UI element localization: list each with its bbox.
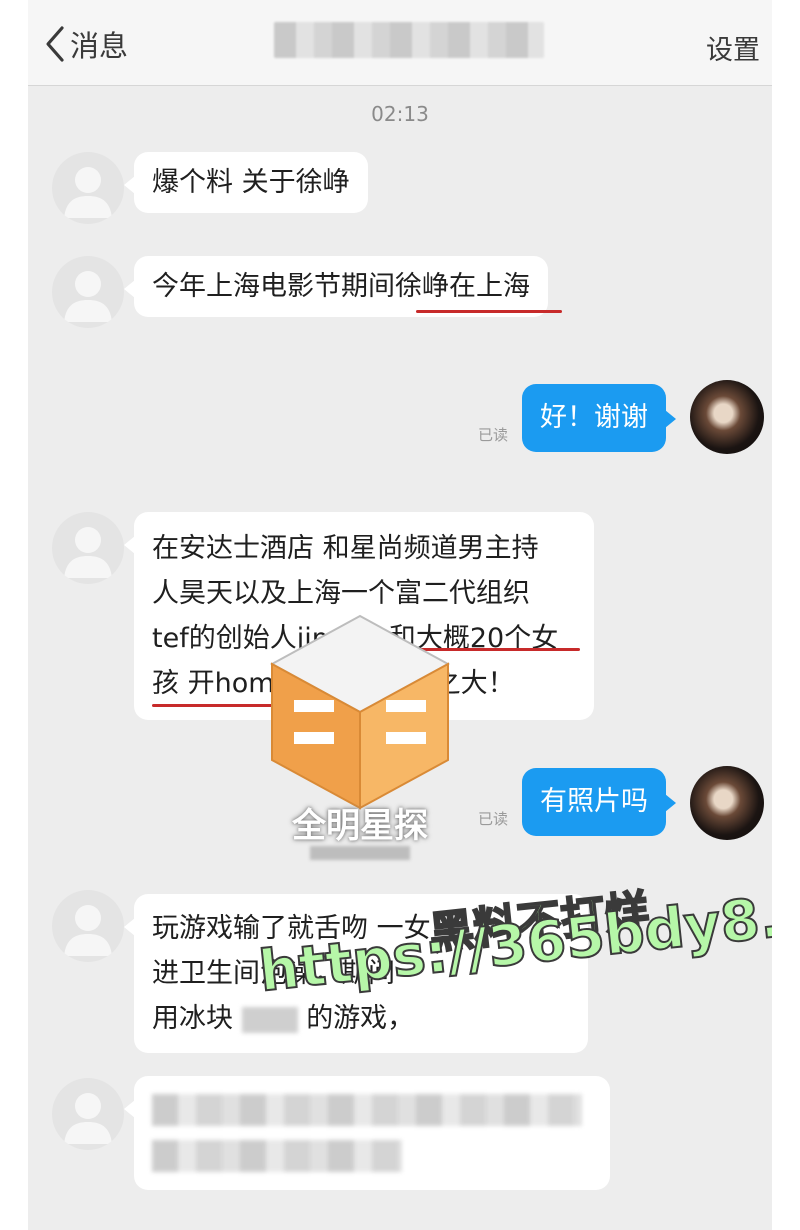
redacted-text	[152, 1094, 582, 1126]
person-icon	[64, 167, 112, 218]
red-underline	[416, 310, 562, 313]
redacted-text	[152, 1140, 402, 1172]
logo-watermark-text: 全明星探	[292, 806, 428, 846]
message-text: 好！谢谢	[540, 402, 648, 433]
person-icon	[64, 1093, 112, 1144]
person-icon	[64, 905, 112, 956]
message-text: 爆个料 关于徐峥	[152, 167, 350, 198]
message-line: 在安达士酒店 和星尚频道男主持	[152, 533, 539, 564]
message-text: 有照片吗	[540, 786, 648, 817]
contact-avatar[interactable]	[52, 152, 124, 224]
back-button[interactable]: 消息	[42, 22, 128, 66]
redacted-text	[241, 1006, 298, 1033]
message-bubble: 爆个料 关于徐峥	[124, 152, 368, 213]
chat-screen: 消息 设置 02:13 爆个料 关于徐峥 今年上海电影节期间徐峥在上海 已读 好…	[28, 0, 772, 1230]
message-line: 用冰块 的游戏，	[152, 1003, 415, 1034]
contact-avatar[interactable]	[52, 890, 124, 962]
person-icon	[64, 271, 112, 322]
message-text: 今年上海电影节期间徐峥在上海	[152, 271, 530, 302]
my-avatar[interactable]	[690, 766, 764, 840]
message-timestamp: 02:13	[371, 102, 429, 126]
back-label: 消息	[70, 29, 129, 63]
my-avatar[interactable]	[690, 380, 764, 454]
contact-avatar[interactable]	[52, 512, 124, 584]
my-message-bubble: 有照片吗	[522, 768, 676, 836]
person-icon	[64, 527, 112, 578]
contact-name-redacted	[274, 22, 544, 58]
settings-button[interactable]: 设置	[706, 28, 760, 67]
contact-avatar[interactable]	[52, 256, 124, 328]
chevron-left-icon	[46, 26, 64, 62]
read-receipt: 已读	[478, 426, 509, 444]
my-message-bubble: 好！谢谢	[522, 384, 676, 452]
contact-avatar[interactable]	[52, 1078, 124, 1150]
read-receipt: 已读	[478, 810, 509, 828]
message-bubble: 今年上海电影节期间徐峥在上海	[124, 256, 548, 317]
message-bubble-redacted	[124, 1076, 610, 1190]
logo-subtext-redacted	[310, 846, 410, 860]
nav-header: 消息 设置	[28, 0, 772, 86]
